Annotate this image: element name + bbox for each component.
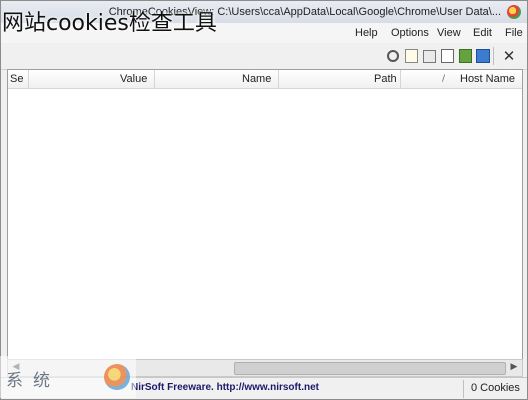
watermark-logo-icon: [104, 364, 130, 390]
status-separator: [463, 380, 464, 398]
toolbar: ✕: [1, 43, 527, 70]
menu-view[interactable]: View: [437, 27, 461, 39]
column-separator[interactable]: [278, 70, 279, 88]
column-separator[interactable]: [400, 70, 401, 88]
close-icon[interactable]: ✕: [501, 47, 517, 65]
watermark: 系统: [0, 356, 136, 398]
save-icon[interactable]: [475, 48, 491, 64]
properties-icon[interactable]: [421, 48, 437, 64]
menu-edit[interactable]: Edit: [473, 27, 492, 39]
column-path[interactable]: Path: [374, 70, 397, 88]
edit-icon[interactable]: [403, 48, 419, 64]
cookie-count: 0 Cookies: [471, 382, 520, 394]
app-window: ChromeCookiesView: C:\Users\cca\AppData\…: [0, 0, 528, 400]
copy-icon[interactable]: [439, 48, 455, 64]
watermark-text: 系统: [6, 371, 60, 391]
column-separator[interactable]: [28, 70, 29, 88]
scroll-right-icon[interactable]: ▶: [508, 362, 520, 373]
menu-options[interactable]: Options: [391, 27, 429, 39]
column-secure[interactable]: Se: [10, 70, 23, 88]
caption-overlay: 网站cookies检查工具: [2, 11, 217, 36]
menu-help[interactable]: Help: [355, 27, 378, 39]
sort-indicator: /: [442, 74, 446, 84]
nirsoft-credit-link[interactable]: NirSoft Freeware. http://www.nirsoft.net: [131, 382, 319, 393]
html-report-icon[interactable]: [457, 48, 473, 64]
toolbar-separator: [493, 47, 494, 65]
find-icon[interactable]: [385, 48, 401, 64]
list-header: Host Name / Path Name Value Se: [8, 70, 522, 89]
column-host-name[interactable]: Host Name: [460, 70, 515, 88]
chromecookiesview-app-icon: [507, 5, 521, 19]
menu-file[interactable]: File: [505, 27, 523, 39]
column-value[interactable]: Value: [120, 70, 147, 88]
column-name[interactable]: Name: [242, 70, 271, 88]
scrollbar-thumb[interactable]: [234, 362, 506, 375]
cookie-list[interactable]: Host Name / Path Name Value Se: [7, 69, 523, 361]
column-separator[interactable]: [154, 70, 155, 88]
